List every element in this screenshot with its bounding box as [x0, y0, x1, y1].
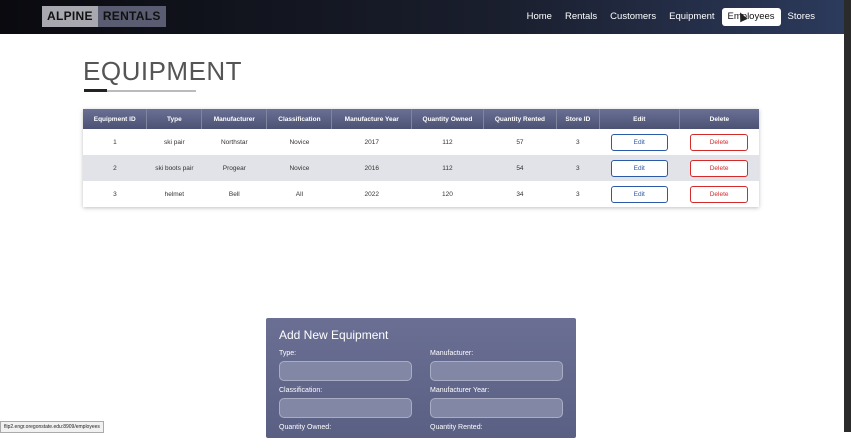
col-type: Type [146, 109, 203, 129]
quantity-owned-label: Quantity Owned: [279, 424, 332, 431]
brand-logo[interactable]: ALPINE RENTALS [42, 6, 166, 27]
nav-links: Home Rentals Customers Equipment Employe… [520, 8, 821, 26]
table-row: 1 ski pair Northstar Novice 2017 112 57 … [83, 129, 759, 155]
cell-edit: Edit [599, 155, 680, 181]
col-manufacture-year: Manufacture Year [331, 109, 412, 129]
type-label: Type: [279, 350, 297, 357]
cell-store: 3 [556, 181, 600, 207]
cell-id: 3 [83, 181, 147, 207]
cell-owned: 112 [411, 129, 484, 155]
cell-manufacturer: Bell [201, 181, 267, 207]
manufacture-year-input[interactable] [430, 398, 563, 418]
cell-rented: 57 [483, 129, 557, 155]
form-title: Add New Equipment [279, 328, 389, 342]
brand-part1: ALPINE [42, 6, 98, 27]
edit-button[interactable]: Edit [610, 185, 668, 203]
cell-delete: Delete [679, 129, 759, 155]
col-quantity-rented: Quantity Rented [483, 109, 557, 129]
cell-year: 2016 [331, 155, 412, 181]
cell-owned: 120 [411, 181, 484, 207]
cell-classification: All [266, 181, 332, 207]
nav-rentals[interactable]: Rentals [559, 8, 603, 26]
cell-type: ski pair [146, 129, 202, 155]
col-equipment-id: Equipment ID [83, 109, 148, 129]
col-quantity-owned: Quantity Owned [411, 109, 484, 129]
delete-button[interactable]: Delete [690, 185, 749, 203]
delete-button[interactable]: Delete [690, 159, 749, 177]
nav-employees[interactable]: Employees [721, 8, 781, 26]
cell-classification: Novice [266, 129, 332, 155]
nav-equipment[interactable]: Equipment [663, 8, 720, 26]
nav-home[interactable]: Home [521, 8, 558, 26]
cell-id: 2 [83, 155, 147, 181]
window-edge [844, 0, 851, 432]
cell-id: 1 [83, 129, 147, 155]
page-title: EQUIPMENT [83, 56, 243, 86]
brand-part2: RENTALS [97, 6, 166, 27]
cell-owned: 112 [411, 155, 484, 181]
cell-edit: Edit [599, 181, 680, 207]
quantity-rented-label: Quantity Rented: [430, 424, 483, 431]
col-classification: Classification [266, 109, 333, 129]
cell-year: 2017 [331, 129, 412, 155]
equipment-table: Equipment ID Type Manufacturer Classific… [83, 109, 759, 207]
classification-input[interactable] [279, 398, 412, 418]
table-row: 2 ski boots pair Progear Novice 2016 112… [83, 155, 759, 181]
edit-button[interactable]: Edit [610, 159, 668, 177]
nav-stores[interactable]: Stores [782, 8, 821, 26]
cell-classification: Novice [266, 155, 332, 181]
top-navbar: ALPINE RENTALS Home Rentals Customers Eq… [0, 0, 844, 34]
manufacturer-label: Manufacturer: [430, 350, 474, 357]
col-manufacturer: Manufacturer [201, 109, 268, 129]
cell-type: ski boots pair [146, 155, 202, 181]
delete-button[interactable]: Delete [690, 133, 749, 151]
table-header-row: Equipment ID Type Manufacturer Classific… [83, 109, 759, 129]
edit-button[interactable]: Edit [610, 133, 668, 151]
manufacture-year-label: Manufacturer Year: [430, 387, 490, 394]
classification-label: Classification: [279, 387, 323, 394]
cell-manufacturer: Northstar [201, 129, 267, 155]
col-delete: Delete [679, 109, 759, 129]
cell-store: 3 [556, 129, 600, 155]
cell-type: helmet [146, 181, 202, 207]
col-store-id: Store ID [556, 109, 600, 129]
cell-rented: 54 [483, 155, 557, 181]
add-equipment-form: Add New Equipment Type: Manufacturer: Cl… [266, 318, 576, 438]
type-input[interactable] [279, 361, 412, 381]
cell-store: 3 [556, 155, 600, 181]
col-edit: Edit [599, 109, 680, 129]
nav-customers[interactable]: Customers [604, 8, 662, 26]
cell-edit: Edit [599, 129, 680, 155]
cell-delete: Delete [679, 181, 759, 207]
status-bar-url: flip2.engr.oregonstate.edu:8909/employee… [0, 421, 104, 433]
manufacturer-input[interactable] [430, 361, 563, 381]
cell-delete: Delete [679, 155, 759, 181]
cell-manufacturer: Progear [201, 155, 267, 181]
table-row: 3 helmet Bell All 2022 120 34 3 Edit Del… [83, 181, 759, 207]
title-underline-accent [84, 89, 107, 92]
cell-year: 2022 [331, 181, 412, 207]
cell-rented: 34 [483, 181, 557, 207]
